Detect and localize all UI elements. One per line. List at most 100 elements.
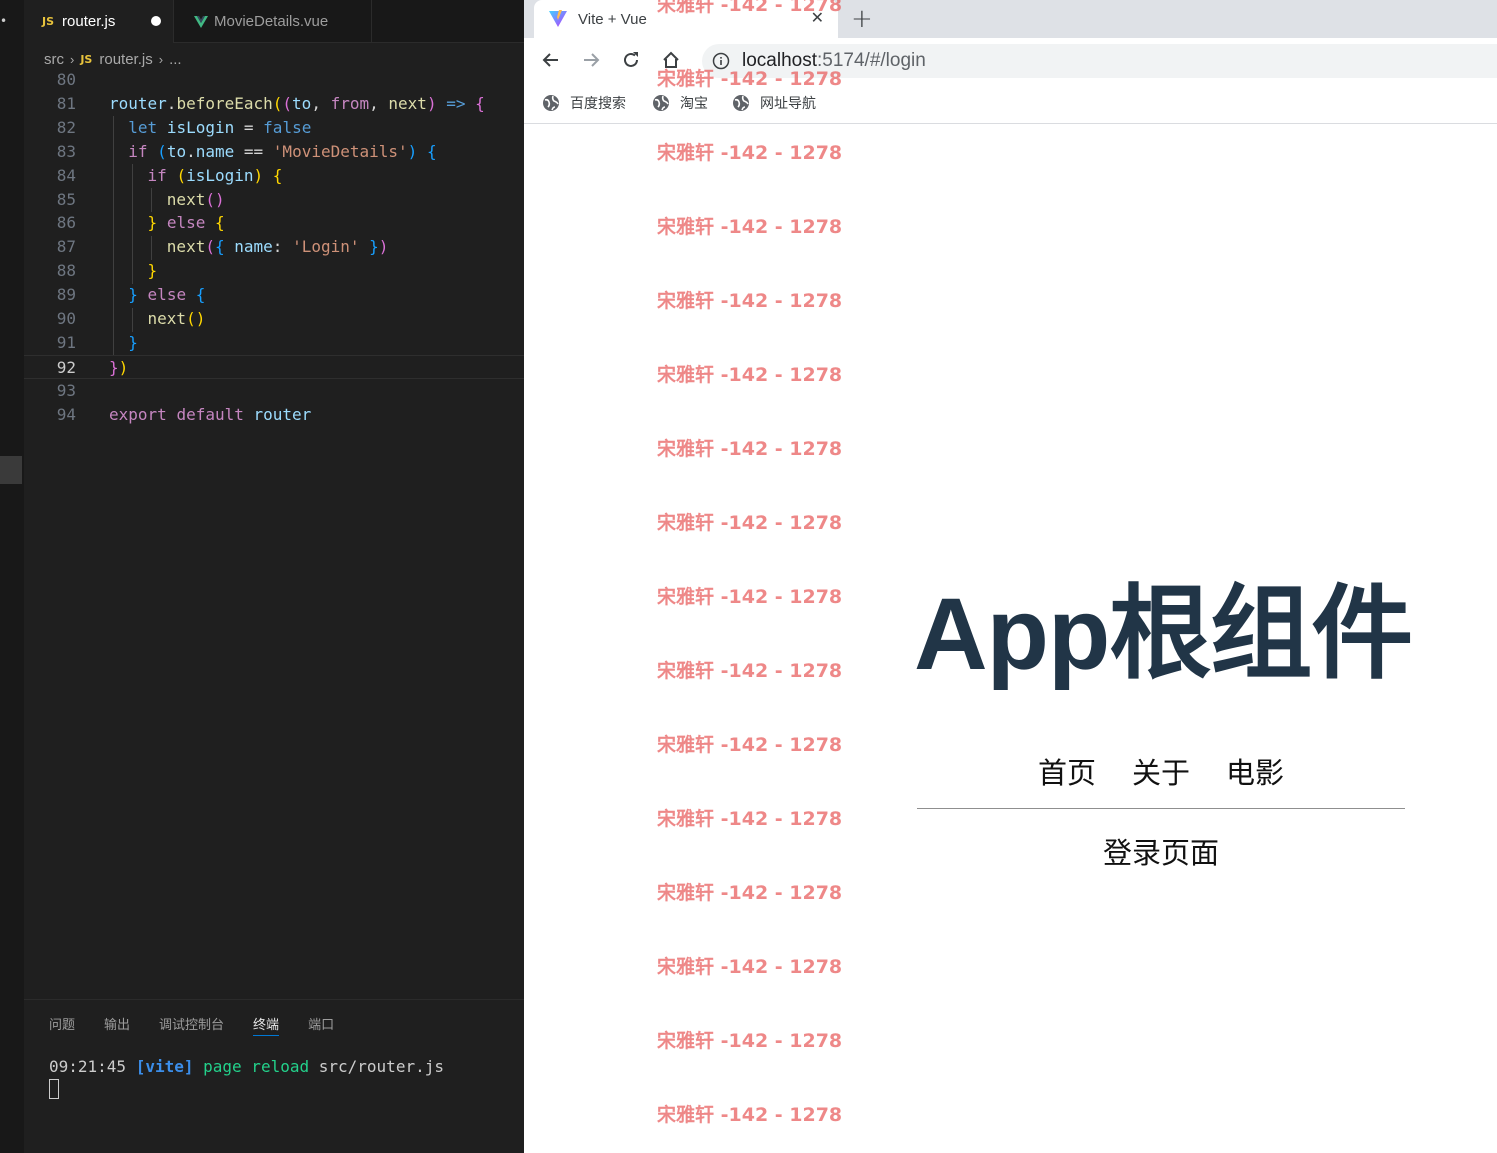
bookmark-label: 网址导航 <box>760 95 816 111</box>
activity-bar: • <box>0 0 24 1153</box>
nav-link[interactable]: 关于 <box>1132 750 1190 792</box>
panel-tab[interactable]: 问题 <box>49 1014 75 1036</box>
panel-tab[interactable]: 调试控制台 <box>159 1014 224 1036</box>
panel-tab[interactable]: 输出 <box>104 1014 130 1036</box>
tab-label: MovieDetails.vue <box>214 13 329 30</box>
activity-indicator: • <box>0 14 8 28</box>
back-icon[interactable] <box>540 49 562 71</box>
line-number: 89 <box>56 285 76 305</box>
router-view-text: 登录页面 <box>1102 836 1219 870</box>
bookmark-label: 百度搜索 <box>570 95 626 111</box>
panel-tabs: 问题 输出 调试控制台 终端 端口 <box>49 1014 363 1036</box>
code-text: if (to.name == 'MovieDetails') { <box>128 141 437 161</box>
code-line[interactable]: 86 } else { <box>24 211 524 235</box>
code-line[interactable]: 90 next() <box>24 307 524 331</box>
browser-tab[interactable]: Vite + Vue ✕ <box>534 0 838 38</box>
js-icon: JS <box>80 52 93 66</box>
line-number: 85 <box>56 189 76 209</box>
app-title: App根组件 <box>914 577 1413 691</box>
bookmark-item[interactable]: 淘宝 <box>652 93 708 113</box>
code-line[interactable]: 93 <box>24 379 524 403</box>
home-icon[interactable] <box>660 49 682 71</box>
activity-active-marker[interactable] <box>0 456 22 484</box>
vue-icon <box>194 15 208 28</box>
url-host: localhost <box>742 50 817 71</box>
line-number: 94 <box>56 404 76 424</box>
globe-icon <box>652 94 670 112</box>
code-line[interactable]: 84 if (isLogin) { <box>24 164 524 188</box>
url-text: localhost:5174/#/login <box>742 50 926 72</box>
vscode-window: • JS router.js MovieDetails.vue src › JS… <box>0 0 524 1153</box>
code-line[interactable]: 94 export default router <box>24 403 524 427</box>
forward-icon[interactable] <box>580 49 602 71</box>
tab-moviedetails-vue[interactable]: MovieDetails.vue <box>174 0 372 43</box>
bookmark-item[interactable]: 网址导航 <box>732 93 816 113</box>
unsaved-dot-icon[interactable] <box>151 16 161 26</box>
browser-tab-strip: Vite + Vue ✕ + <box>524 0 1497 38</box>
line-number: 86 <box>56 213 76 233</box>
info-icon[interactable] <box>712 52 730 70</box>
code-text: } <box>128 332 138 352</box>
browser-tab-title: Vite + Vue <box>578 10 647 28</box>
address-bar[interactable]: localhost:5174/#/login <box>702 44 1497 78</box>
code-line[interactable]: 89 } else { <box>24 283 524 307</box>
code-text: if (isLogin) { <box>147 165 283 185</box>
code-line[interactable]: 88 } <box>24 259 524 283</box>
chevron-right-icon: › <box>70 51 75 67</box>
code-line[interactable]: 92}) <box>24 354 524 379</box>
line-number: 88 <box>56 261 76 281</box>
terminal-tag: [vite] <box>135 1057 194 1076</box>
chevron-right-icon: › <box>158 51 164 67</box>
browser-window: Vite + Vue ✕ + localhost:5174/#/login 百度… <box>524 0 1497 1153</box>
line-number: 83 <box>56 141 76 161</box>
close-icon[interactable]: ✕ <box>811 8 824 28</box>
code-line[interactable]: 87 next({ name: 'Login' }) <box>24 235 524 259</box>
globe-icon <box>732 94 750 112</box>
terminal-output[interactable]: 09:21:45 [vite] page reload src/router.j… <box>49 1057 444 1076</box>
code-text: } else { <box>128 285 206 305</box>
line-number: 91 <box>56 332 76 352</box>
line-number: 90 <box>56 309 76 328</box>
code-line[interactable]: 82 let isLogin = false <box>24 116 524 140</box>
code-line[interactable]: 91 } <box>24 331 524 355</box>
tab-label: router.js <box>62 13 116 30</box>
line-number: 80 <box>56 70 76 89</box>
code-line[interactable]: 85 next() <box>24 188 524 212</box>
code-line[interactable]: 81 router.beforeEach((to, from, next) => … <box>24 92 524 116</box>
breadcrumb-more[interactable]: ... <box>169 51 182 68</box>
terminal-cursor <box>49 1079 59 1099</box>
browser-toolbar: localhost:5174/#/login <box>524 38 1497 84</box>
breadcrumb-file[interactable]: router.js <box>99 51 152 68</box>
bookmark-item[interactable]: 百度搜索 <box>542 93 626 113</box>
code-text: next() <box>147 309 206 328</box>
code-text: router.beforeEach((to, from, next) => { <box>109 93 485 113</box>
code-text: let isLogin = false <box>128 117 312 137</box>
code-text: export default router <box>109 404 312 424</box>
line-number: 92 <box>56 357 76 377</box>
panel-tab[interactable]: 终端 <box>253 1014 280 1036</box>
reload-icon[interactable] <box>620 49 642 71</box>
breadcrumb: src › JS router.js › ... <box>44 48 182 70</box>
panel-tab[interactable]: 端口 <box>308 1014 334 1036</box>
code-text: }) <box>109 357 129 377</box>
nav-link[interactable]: 电影 <box>1226 750 1284 792</box>
editor-tab-bar: JS router.js MovieDetails.vue <box>24 0 524 43</box>
code-editor[interactable]: 80 81 router.beforeEach((to, from, next) =… <box>24 68 524 428</box>
page-content: App根组件 首页 关于 电影 登录页面 <box>524 125 1497 1153</box>
line-number: 84 <box>56 165 76 185</box>
breadcrumb-folder[interactable]: src <box>44 51 64 68</box>
terminal-file: src/router.js <box>318 1057 444 1076</box>
vite-icon <box>549 10 567 27</box>
js-icon: JS <box>42 15 55 28</box>
code-line[interactable]: 83 if (to.name == 'MovieDetails') { <box>24 140 524 164</box>
terminal-action: page reload <box>203 1057 310 1076</box>
tab-router-js[interactable]: JS router.js <box>24 0 174 43</box>
bottom-panel: 问题 输出 调试控制台 终端 端口 09:21:45 [vite] page reloa… <box>24 999 524 1153</box>
line-number: 81 <box>56 93 76 113</box>
code-line[interactable]: 80 <box>24 68 524 92</box>
nav-link[interactable]: 首页 <box>1038 750 1096 792</box>
code-text: next() <box>166 189 225 209</box>
code-text: } else { <box>147 213 225 233</box>
code-text: next({ name: 'Login' }) <box>166 237 389 257</box>
new-tab-icon[interactable]: + <box>851 4 873 34</box>
